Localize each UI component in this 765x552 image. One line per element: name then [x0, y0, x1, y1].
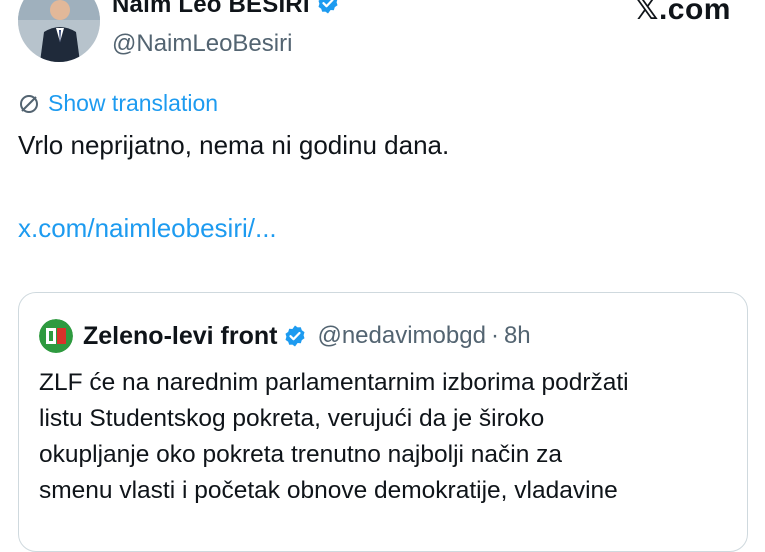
separator-dot: · [490, 322, 499, 349]
quoted-text-line: smenu vlasti i početak obnove demokratij… [39, 477, 618, 504]
show-translation-label: Show translation [48, 90, 219, 116]
show-translation-button[interactable]: Show translation [18, 90, 218, 117]
quoted-tweet-card[interactable]: Zeleno-levi front @nedavimobgd · 8h ZLF … [18, 292, 748, 552]
tweet-link[interactable]: x.com/naimleobesiri/... [18, 213, 277, 244]
quoted-text-line: okupljanje oko pokreta trenutno najbolji… [39, 441, 563, 468]
quoted-tweet-text: ZLF će na narednim parlamentarnim izbori… [39, 365, 729, 509]
quoted-text-line: listu Studentskog pokreta, verujući da j… [39, 405, 545, 432]
display-name-text: Naim Leo BESIRI [112, 0, 310, 18]
quoted-handle[interactable]: @nedavimobgd [317, 322, 485, 350]
verified-badge-icon [318, 0, 338, 14]
globe-icon [20, 94, 38, 113]
x-com-brand: 𝕏.com [634, 0, 731, 26]
tweet-text: Vrlo neprijatno, nema ni godinu dana. [18, 130, 450, 160]
quoted-timestamp[interactable]: 8h [504, 322, 531, 350]
zlf-logo-icon[interactable] [39, 319, 73, 353]
display-name[interactable]: Naim Leo BESIRI [112, 0, 340, 19]
avatar[interactable] [18, 0, 100, 62]
user-handle[interactable]: @NaimLeoBesiri [112, 30, 292, 58]
quoted-display-name[interactable]: Zeleno-levi front [83, 322, 277, 351]
quoted-tweet-header: Zeleno-levi front @nedavimobgd · 8h [39, 319, 531, 353]
quoted-text-line: ZLF će na narednim parlamentarnim izbori… [39, 369, 629, 396]
verified-badge-icon [285, 325, 305, 347]
